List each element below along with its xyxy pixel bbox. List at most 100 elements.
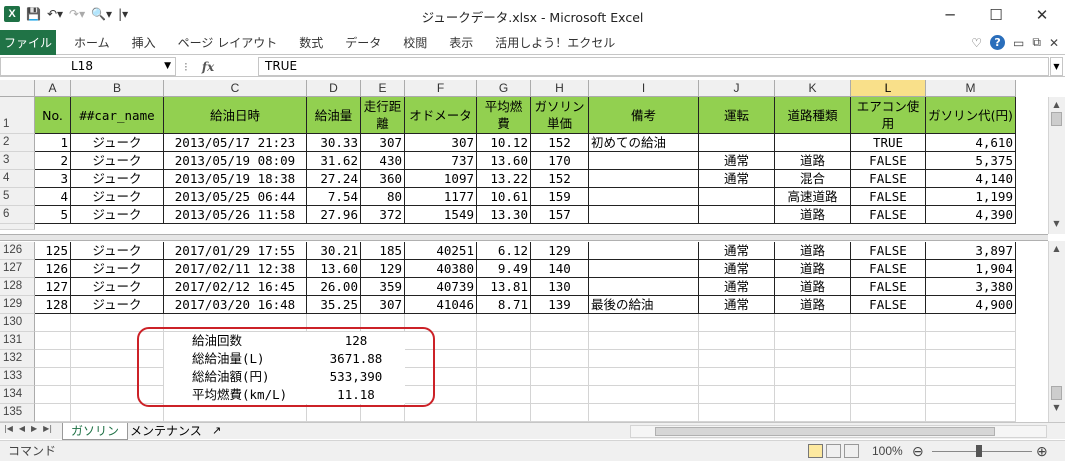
header-cell[interactable]: 備考 [589, 97, 699, 134]
table-cell[interactable]: 2013/05/19 18:38 [164, 170, 307, 188]
top-pane-vertical-scrollbar[interactable]: ▲ ▼ [1048, 97, 1065, 234]
table-cell[interactable] [851, 404, 926, 422]
table-cell[interactable]: 13.22 [477, 170, 531, 188]
row-header[interactable]: 2 [0, 134, 35, 152]
table-cell[interactable] [589, 386, 699, 404]
table-cell[interactable]: ジューク [71, 170, 164, 188]
table-cell[interactable] [531, 404, 589, 422]
table-cell[interactable]: ジューク [71, 206, 164, 224]
formula-input[interactable]: TRUE [258, 57, 1049, 76]
table-cell[interactable]: 3,380 [926, 278, 1016, 296]
table-cell[interactable]: 139 [531, 296, 589, 314]
table-cell[interactable]: FALSE [851, 152, 926, 170]
column-header[interactable]: M [926, 80, 1016, 97]
table-cell[interactable]: 13.81 [477, 278, 531, 296]
table-cell[interactable]: 1,904 [926, 260, 1016, 278]
scroll-down-icon[interactable]: ▼ [1049, 400, 1064, 415]
table-cell[interactable] [775, 314, 851, 332]
table-cell[interactable] [589, 242, 699, 260]
table-cell[interactable]: 737 [405, 152, 477, 170]
header-cell[interactable]: 道路種類 [775, 97, 851, 134]
table-cell[interactable] [699, 332, 775, 350]
table-cell[interactable]: 152 [531, 134, 589, 152]
row-header[interactable]: 5 [0, 188, 35, 206]
bottom-pane-vertical-scrollbar[interactable]: ▲ ▼ [1048, 241, 1065, 422]
zoom-level[interactable]: 100% [872, 441, 903, 461]
column-header[interactable]: F [405, 80, 477, 97]
table-cell[interactable] [531, 386, 589, 404]
table-cell[interactable]: 140 [531, 260, 589, 278]
table-cell[interactable]: 7.54 [307, 188, 361, 206]
row-header[interactable]: 135 [0, 404, 35, 422]
column-header[interactable]: I [589, 80, 699, 97]
table-cell[interactable]: 30.21 [307, 242, 361, 260]
tab-view[interactable]: 表示 [449, 34, 473, 51]
table-cell[interactable]: 道路 [775, 278, 851, 296]
close-button[interactable]: ✕ [1019, 0, 1065, 30]
sheet-tab-gasoline[interactable]: ガソリン [62, 423, 129, 440]
table-cell[interactable] [531, 350, 589, 368]
table-cell[interactable] [775, 368, 851, 386]
first-sheet-icon[interactable]: |◀ [4, 424, 13, 433]
scroll-thumb[interactable] [1051, 112, 1062, 126]
table-cell[interactable]: 1097 [405, 170, 477, 188]
table-cell[interactable] [699, 386, 775, 404]
table-cell[interactable]: 道路 [775, 260, 851, 278]
table-cell[interactable] [477, 332, 531, 350]
table-cell[interactable] [926, 368, 1016, 386]
row-header[interactable]: 130 [0, 314, 35, 332]
last-sheet-icon[interactable]: ▶| [43, 424, 52, 433]
table-cell[interactable]: 道路 [775, 152, 851, 170]
table-cell[interactable]: 道路 [775, 206, 851, 224]
table-cell[interactable] [589, 152, 699, 170]
table-cell[interactable]: 130 [531, 278, 589, 296]
table-cell[interactable] [589, 170, 699, 188]
header-cell[interactable]: 運転 [699, 97, 775, 134]
table-cell[interactable]: FALSE [851, 170, 926, 188]
page-break-view-icon[interactable] [844, 444, 859, 458]
row-header[interactable]: 127 [0, 260, 35, 278]
table-cell[interactable] [926, 350, 1016, 368]
table-cell[interactable]: 2017/01/29 17:55 [164, 242, 307, 260]
table-cell[interactable] [589, 188, 699, 206]
header-cell[interactable]: 給油日時 [164, 97, 307, 134]
row-header[interactable]: 129 [0, 296, 35, 314]
select-all-corner[interactable] [0, 80, 35, 97]
row-header[interactable]: 133 [0, 368, 35, 386]
row-header[interactable]: 126 [0, 242, 35, 260]
scroll-up-icon[interactable]: ▲ [1049, 97, 1064, 112]
column-header[interactable]: E [361, 80, 405, 97]
table-cell[interactable] [35, 386, 71, 404]
chevron-down-icon[interactable]: ▼ [164, 58, 171, 75]
table-cell[interactable] [699, 404, 775, 422]
zoom-slider-thumb[interactable] [976, 445, 982, 457]
table-cell[interactable]: ジューク [71, 188, 164, 206]
table-cell[interactable]: 初めての給油 [589, 134, 699, 152]
table-cell[interactable]: 13.60 [477, 152, 531, 170]
table-cell[interactable]: 2013/05/26 11:58 [164, 206, 307, 224]
table-cell[interactable]: 40251 [405, 242, 477, 260]
table-cell[interactable] [699, 314, 775, 332]
table-cell[interactable] [531, 332, 589, 350]
table-cell[interactable]: ジューク [71, 260, 164, 278]
header-cell[interactable]: オドメータ [405, 97, 477, 134]
table-cell[interactable]: 4,610 [926, 134, 1016, 152]
header-cell[interactable]: ##car_name [71, 97, 164, 134]
sheet-tab-maintenance[interactable]: メンテナンス [122, 423, 210, 440]
table-cell[interactable]: 2013/05/17 21:23 [164, 134, 307, 152]
zoom-in-icon[interactable]: ⊕ [1036, 441, 1048, 461]
column-header[interactable]: A [35, 80, 71, 97]
header-cell[interactable]: ガソリン単価 [531, 97, 589, 134]
column-header[interactable]: K [775, 80, 851, 97]
table-cell[interactable]: 3 [35, 170, 71, 188]
tab-addin[interactable]: 活用しよう！エクセル [495, 34, 615, 51]
row-header[interactable]: 128 [0, 278, 35, 296]
tab-home[interactable]: ホーム [74, 34, 110, 51]
table-cell[interactable] [35, 350, 71, 368]
table-cell[interactable]: 混合 [775, 170, 851, 188]
scroll-down-icon[interactable]: ▼ [1049, 216, 1064, 231]
table-cell[interactable]: ジューク [71, 278, 164, 296]
table-cell[interactable]: 9.49 [477, 260, 531, 278]
table-cell[interactable]: 8.71 [477, 296, 531, 314]
table-cell[interactable]: 31.62 [307, 152, 361, 170]
